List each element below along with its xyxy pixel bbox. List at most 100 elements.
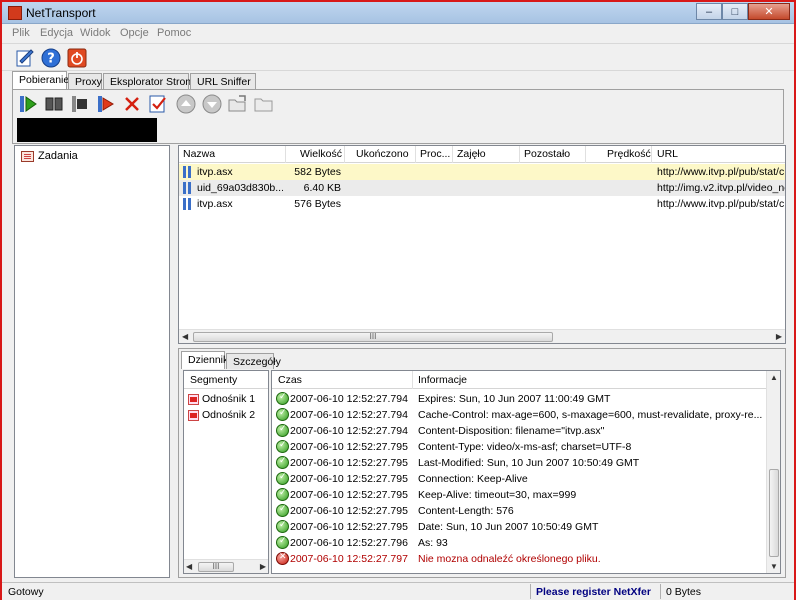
segment-icon: [188, 393, 199, 405]
log-row[interactable]: 2007-06-10 12:52:27.795 Date: Sun, 10 Ju…: [272, 519, 766, 535]
column-header-predkosc[interactable]: Prędkość: [607, 148, 651, 160]
segment-item[interactable]: Odnośnik 2: [188, 409, 255, 421]
column-divider[interactable]: [415, 146, 416, 163]
success-icon: [276, 488, 289, 501]
open-folder-icon[interactable]: [227, 93, 249, 115]
column-divider[interactable]: [519, 146, 520, 163]
menu-opcje[interactable]: Opcje: [120, 27, 149, 39]
column-header-url[interactable]: URL: [657, 148, 678, 160]
register-link[interactable]: Please register NetXfer: [536, 586, 651, 598]
scroll-left-icon[interactable]: ◀: [182, 332, 188, 341]
column-header-wielkosc[interactable]: Wielkość: [300, 148, 342, 160]
power-icon[interactable]: [66, 47, 88, 69]
tab-eksplorator-stron[interactable]: Eksplorator Stron: [103, 73, 191, 90]
pause-icon[interactable]: [43, 93, 65, 115]
log-time: 2007-06-10 12:52:27.795: [290, 489, 408, 501]
minimize-button[interactable]: –: [696, 3, 722, 20]
download-url: http://www.itvp.pl/pub/stat/c: [657, 166, 785, 178]
new-task-icon[interactable]: [14, 47, 36, 69]
segments-horizontal-scrollbar[interactable]: ◀ III ▶: [184, 559, 268, 573]
column-header-pozostalo[interactable]: Pozostało: [524, 148, 570, 160]
log-row[interactable]: 2007-06-10 12:52:27.794 Expires: Sun, 10…: [272, 391, 766, 407]
status-divider: [660, 584, 661, 599]
tab-url-sniffer[interactable]: URL Sniffer: [190, 73, 256, 90]
download-row[interactable]: itvp.asx 576 Bytes http://www.itvp.pl/pu…: [179, 196, 785, 212]
column-divider[interactable]: [452, 146, 453, 163]
delete-icon[interactable]: [121, 93, 143, 115]
scroll-down-icon[interactable]: ▼: [770, 562, 778, 571]
detail-panel: Dziennik Szczegóły Segmenty Odnośnik 1 O…: [178, 348, 786, 578]
tab-szczegoly[interactable]: Szczegóły: [226, 353, 281, 369]
log-info: Expires: Sun, 10 Jun 2007 11:00:49 GMT: [418, 393, 611, 405]
log-row[interactable]: 2007-06-10 12:52:27.794 Cache-Control: m…: [272, 407, 766, 423]
scroll-up-icon[interactable]: ▲: [770, 373, 778, 382]
column-header-zajelo[interactable]: Zajęło: [457, 148, 486, 160]
segment-item[interactable]: Odnośnik 1: [188, 393, 255, 405]
tree-item-zadania[interactable]: Zadania: [21, 150, 78, 162]
column-divider[interactable]: [285, 146, 286, 163]
scroll-right-icon[interactable]: ▶: [776, 332, 782, 341]
log-row[interactable]: 2007-06-10 12:52:27.796 As: 93: [272, 535, 766, 551]
menu-bar: Plik Edycja Widok Opcje Pomoc: [2, 24, 794, 43]
menu-widok[interactable]: Widok: [80, 27, 111, 39]
close-button[interactable]: ✕: [748, 3, 790, 20]
scrollbar-thumb[interactable]: [769, 469, 779, 557]
status-bar: Gotowy Please register NetXfer 0 Bytes: [2, 582, 794, 600]
menu-edycja[interactable]: Edycja: [40, 27, 73, 39]
move-up-icon[interactable]: [175, 93, 197, 115]
tab-pobieranie[interactable]: Pobieranie: [12, 71, 69, 90]
log-time: 2007-06-10 12:52:27.794: [290, 409, 408, 421]
scroll-right-icon[interactable]: ▶: [260, 562, 266, 571]
app-icon: [8, 6, 22, 20]
tree-item-label: Zadania: [38, 150, 78, 162]
log-vertical-scrollbar[interactable]: ▲ ▼: [766, 371, 780, 573]
tab-proxy[interactable]: Proxy: [68, 73, 102, 90]
tab-dziennik[interactable]: Dziennik: [181, 351, 228, 369]
start-marker-icon[interactable]: [95, 93, 117, 115]
status-text: Gotowy: [8, 586, 44, 598]
log-row[interactable]: 2007-06-10 12:52:27.795 Keep-Alive: time…: [272, 487, 766, 503]
move-down-icon[interactable]: [201, 93, 223, 115]
segment-icon: [188, 409, 199, 421]
success-icon: [276, 392, 289, 405]
column-divider[interactable]: [344, 146, 345, 163]
maximize-button[interactable]: □: [722, 3, 748, 20]
download-name: uid_69a03d830b...: [197, 182, 283, 194]
segment-label: Odnośnik 2: [202, 409, 256, 421]
menu-pomoc[interactable]: Pomoc: [157, 27, 191, 39]
column-divider[interactable]: [585, 146, 586, 163]
folder-icon[interactable]: [253, 93, 275, 115]
column-header-czas[interactable]: Czas: [278, 374, 302, 386]
scrollbar-thumb[interactable]: III: [198, 562, 234, 572]
download-row[interactable]: uid_69a03d830b... 6.40 KB http://img.v2.…: [179, 180, 785, 196]
log-row[interactable]: 2007-06-10 12:52:27.795 Connection: Keep…: [272, 471, 766, 487]
download-name: itvp.asx: [197, 198, 233, 210]
menu-plik[interactable]: Plik: [12, 27, 30, 39]
scroll-left-icon[interactable]: ◀: [186, 562, 192, 571]
success-icon: [276, 424, 289, 437]
window-title: NetTransport: [26, 6, 96, 20]
log-row[interactable]: 2007-06-10 12:52:27.795 Content-Type: vi…: [272, 439, 766, 455]
column-header-procent[interactable]: Proc...: [420, 148, 450, 160]
log-row[interactable]: 2007-06-10 12:52:27.795 Content-Length: …: [272, 503, 766, 519]
log-row[interactable]: 2007-06-10 12:52:27.795 Last-Modified: S…: [272, 455, 766, 471]
stop-icon[interactable]: [69, 93, 91, 115]
list-horizontal-scrollbar[interactable]: ◀ III ▶: [179, 329, 785, 343]
log-info: As: 93: [418, 537, 448, 549]
start-icon[interactable]: [17, 93, 39, 115]
log-row[interactable]: 2007-06-10 12:52:27.794 Content-Disposit…: [272, 423, 766, 439]
column-divider[interactable]: [412, 371, 413, 389]
log-info: Keep-Alive: timeout=30, max=999: [418, 489, 577, 501]
scrollbar-thumb[interactable]: III: [193, 332, 553, 342]
column-header-informacje[interactable]: Informacje: [418, 374, 467, 386]
help-icon[interactable]: ?: [40, 47, 62, 69]
column-header-nazwa[interactable]: Nazwa: [183, 148, 215, 160]
segments-header[interactable]: Segmenty: [184, 371, 268, 389]
download-row[interactable]: itvp.asx 582 Bytes http://www.itvp.pl/pu…: [179, 164, 785, 180]
column-divider[interactable]: [651, 146, 652, 163]
log-row-error[interactable]: 2007-06-10 12:52:27.797 Nie mozna odnale…: [272, 551, 766, 567]
column-header-ukonczono[interactable]: Ukończono: [356, 148, 409, 160]
check-icon[interactable]: [147, 93, 169, 115]
file-icon: [183, 182, 193, 194]
log-info: Cache-Control: max-age=600, s-maxage=600…: [418, 409, 763, 421]
